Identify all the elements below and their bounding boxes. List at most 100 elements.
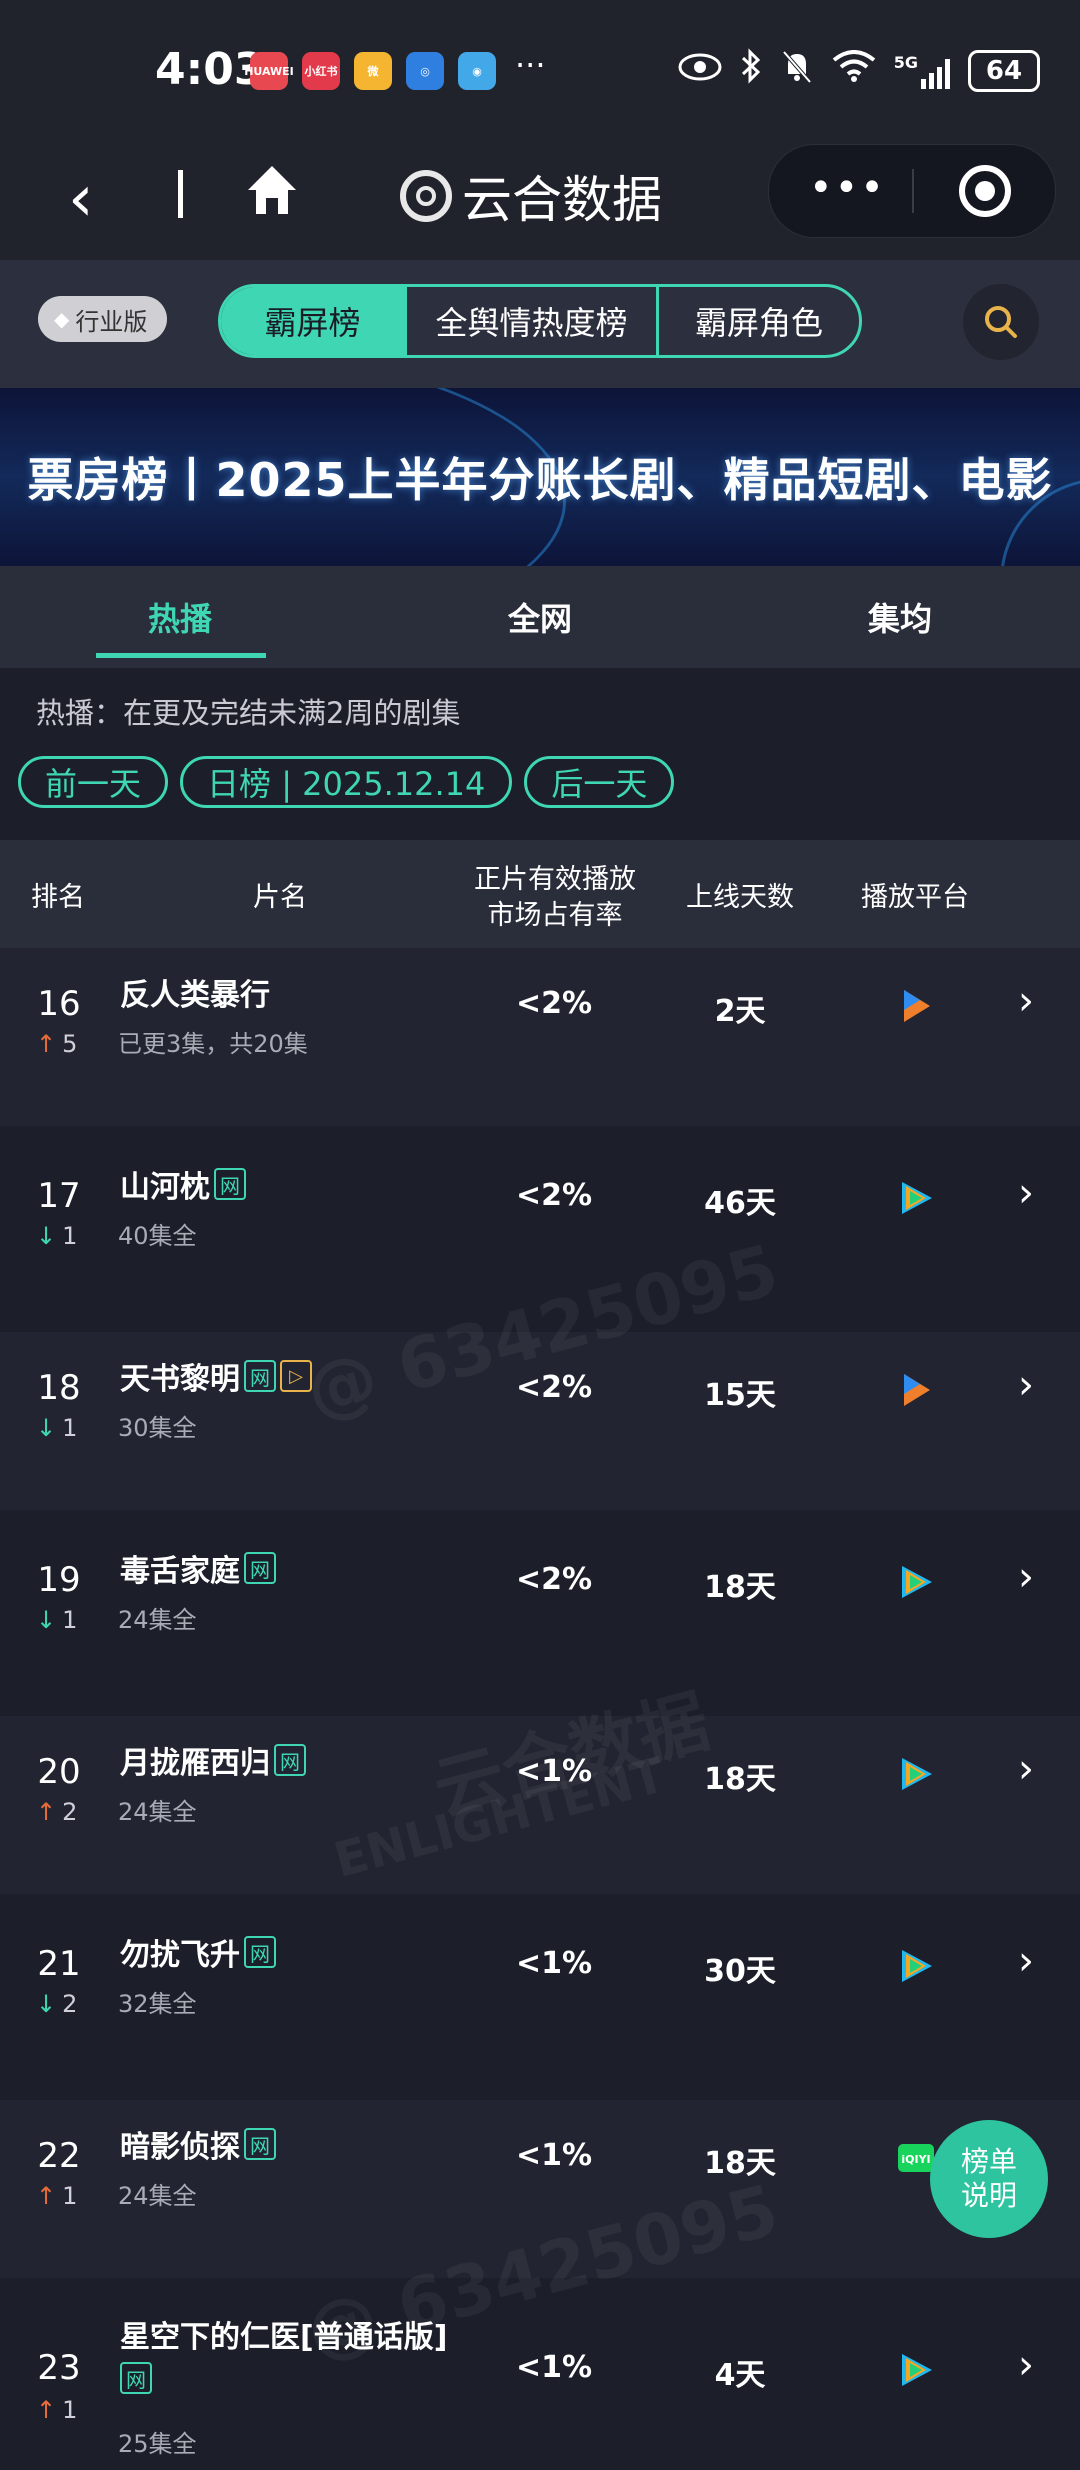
web-drama-tag: 网 <box>214 1168 246 1200</box>
youku-platform-icon[interactable] <box>896 1370 936 1410</box>
drama-title-text: 毒舌家庭 <box>120 1554 240 1589</box>
more-notifications-icon: ··· <box>515 46 546 84</box>
rank-change: ↑ 1 <box>36 2182 77 2210</box>
rank-change-value: 1 <box>62 1606 78 1634</box>
market-share: <2% <box>515 1178 593 1213</box>
rank-change: ↓ 1 <box>36 1222 77 1250</box>
market-share: <2% <box>515 986 593 1021</box>
rank-change: ↓ 2 <box>36 1990 77 2018</box>
rank-change: ↓ 1 <box>36 1606 77 1634</box>
market-share: <2% <box>515 1562 593 1597</box>
xiaohongshu-app-icon: 小红书 <box>302 52 340 90</box>
bluetooth-icon <box>740 48 762 93</box>
search-button[interactable] <box>963 284 1039 360</box>
status-bar: 4:03 HUAWEI 小红书微 ◎ ◉ ··· 5G 64 <box>0 0 1080 140</box>
tab-all-network[interactable]: 全网 <box>360 566 720 668</box>
tencent-platform-icon[interactable] <box>896 1946 936 1986</box>
tencent-platform-icon[interactable] <box>896 2350 936 2390</box>
brand: 云合数据 <box>400 160 662 232</box>
date-navigation: 前一天 日榜 | 2025.12.14 后一天 <box>18 756 675 808</box>
market-share: <1% <box>515 2138 593 2173</box>
chevron-right-icon[interactable]: › <box>1018 1554 1034 1600</box>
status-app-icons: HUAWEI 小红书微 ◎ ◉ <box>244 52 496 90</box>
rank-number: 17 <box>37 1176 81 1216</box>
nav-bar: ‹ 云合数据 ••• <box>0 140 1080 260</box>
capsule-divider <box>912 169 914 213</box>
brand-name: 云合数据 <box>462 171 662 229</box>
web-drama-tag: 网 <box>120 2362 152 2394</box>
drama-title-text: 天书黎明 <box>120 1362 240 1397</box>
chevron-right-icon[interactable]: › <box>1018 978 1034 1024</box>
rank-number: 23 <box>37 2348 81 2388</box>
more-options-icon[interactable]: ••• <box>809 165 886 211</box>
tencent-platform-icon[interactable] <box>896 1754 936 1794</box>
mini-program-capsule: ••• <box>768 144 1056 238</box>
back-icon[interactable]: ‹ <box>68 162 94 236</box>
chevron-right-icon[interactable]: › <box>1018 1170 1034 1216</box>
chevron-right-icon[interactable]: › <box>1018 2342 1034 2388</box>
rank-change: ↑ 5 <box>36 1030 77 1058</box>
rank-number: 18 <box>37 1368 81 1408</box>
home-icon[interactable] <box>244 160 300 220</box>
days-online: 46天 <box>704 1186 776 1221</box>
tencent-platform-icon[interactable] <box>896 1178 936 1218</box>
header-market-share: 正片有效播放 市场占有率 <box>460 840 650 956</box>
ranking-info-line1: 榜单 <box>960 2145 1017 2178</box>
industry-edition-badge[interactable]: ◆ 行业版 <box>38 296 168 342</box>
drama-title-text: 勿扰飞升 <box>120 1938 240 1973</box>
ranking-info-button[interactable]: 榜单 说明 <box>930 2120 1048 2238</box>
ranking-row[interactable]: 23 ↑ 1 星空下的仁医[普通话版] 网 25集全 <1% 4天 › <box>0 2292 1080 2470</box>
episode-info: 已更3集，共20集 <box>118 1030 308 1058</box>
ranking-row[interactable]: 21 ↓ 2 勿扰飞升网 32集全 <1% 30天 › <box>0 1908 1080 2086</box>
wifi-icon <box>832 50 876 91</box>
trend-up-icon: ↑ <box>36 2182 57 2210</box>
drama-title-text: 月拢雁西归 <box>120 1746 270 1781</box>
tab-now-airing[interactable]: 热播 <box>0 566 360 668</box>
next-day-button[interactable]: 后一天 <box>524 756 675 808</box>
segment-screen-dominance[interactable]: 霸屏榜 <box>221 287 407 355</box>
header-platform: 播放平台 <box>861 882 969 913</box>
days-online: 30天 <box>704 1954 776 1989</box>
segment-public-opinion[interactable]: 全舆情热度榜 <box>407 287 659 355</box>
chevron-right-icon[interactable]: › <box>1018 1362 1034 1408</box>
episode-info: 25集全 <box>118 2430 197 2458</box>
trend-down-icon: ↓ <box>36 1414 57 1442</box>
chevron-right-icon[interactable]: › <box>1018 1938 1034 1984</box>
date-selector[interactable]: 日榜 | 2025.12.14 <box>180 756 513 808</box>
rank-number: 16 <box>37 984 81 1024</box>
trend-down-icon: ↓ <box>36 1990 57 2018</box>
ranking-row[interactable]: 16 ↑ 5 反人类暴行 已更3集，共20集 <2% 2天 › <box>0 948 1080 1126</box>
web-drama-tag: 网 <box>244 1360 276 1392</box>
episode-info: 40集全 <box>118 1222 197 1250</box>
rank-number: 20 <box>37 1752 81 1792</box>
youku-platform-icon[interactable] <box>896 986 936 1026</box>
tab-per-episode[interactable]: 集均 <box>720 566 1080 668</box>
trend-up-icon: ↑ <box>36 1798 57 1826</box>
drama-title: 勿扰飞升网 <box>120 1930 276 1974</box>
mute-bell-icon <box>780 48 814 93</box>
nav-divider <box>178 170 183 218</box>
segment-characters[interactable]: 霸屏角色 <box>659 287 859 355</box>
rank-change-value: 1 <box>62 2396 78 2424</box>
tencent-platform-icon[interactable] <box>896 1562 936 1602</box>
list-tabs: 热播 全网 集均 <box>0 566 1080 668</box>
header-market-share-line1: 正片有效播放 <box>474 864 636 895</box>
prev-day-button[interactable]: 前一天 <box>18 756 169 808</box>
close-mini-program-icon[interactable] <box>959 165 1011 217</box>
browser-app-icon: ◎ <box>406 52 444 90</box>
rank-change: ↑ 2 <box>36 1798 77 1826</box>
header-market-share-line2: 市场占有率 <box>487 900 623 931</box>
rank-number: 21 <box>37 1944 81 1984</box>
ranking-row[interactable]: 19 ↓ 1 毒舌家庭网 24集全 <2% 18天 › <box>0 1524 1080 1702</box>
industry-edition-label: 行业版 <box>75 307 148 336</box>
rank-change-value: 1 <box>62 1414 78 1442</box>
chevron-right-icon[interactable]: › <box>1018 1746 1034 1792</box>
promo-banner[interactable]: 票房榜丨2025上半年分账长剧、精品短剧、电影 <box>0 388 1080 566</box>
signal-icon: 5G <box>894 53 950 89</box>
weibo-app-icon: 微 <box>354 52 392 90</box>
drama-title: 月拢雁西归网 <box>120 1738 306 1782</box>
category-bar: ◆ 行业版 霸屏榜 全舆情热度榜 霸屏角色 <box>0 260 1080 388</box>
banner-title: 票房榜丨2025上半年分账长剧、精品短剧、电影 <box>27 453 1053 507</box>
table-header: 排名 片名 正片有效播放 市场占有率 上线天数 播放平台 <box>0 840 1080 956</box>
drama-title-text: 暗影侦探 <box>120 2130 240 2165</box>
